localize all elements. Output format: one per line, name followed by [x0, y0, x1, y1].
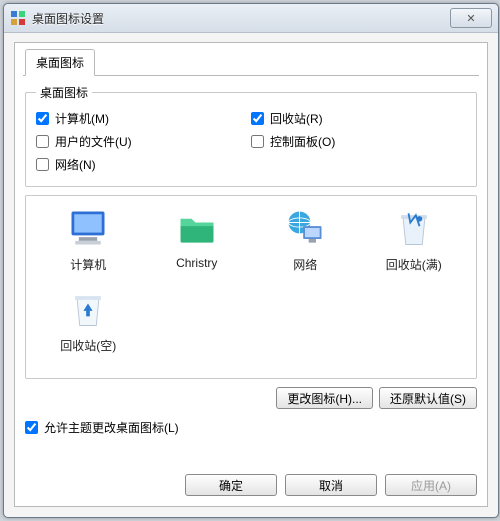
check-computer[interactable]: 计算机(M) [36, 107, 251, 130]
group-label: 桌面图标 [36, 84, 92, 101]
tab-desktop-icons[interactable]: 桌面图标 [25, 49, 95, 76]
check-userfiles[interactable]: 用户的文件(U) [36, 130, 251, 153]
restore-default-button[interactable]: 还原默认值(S) [379, 387, 477, 409]
check-recycle-label: 回收站(R) [270, 110, 323, 127]
checkbox-grid: 计算机(M) 回收站(R) 用户的文件(U) 控制面板(O) 网络(N) [36, 107, 466, 176]
icon-label: Christry [176, 256, 217, 270]
recycle-full-icon [392, 206, 436, 250]
tab-label: 桌面图标 [36, 56, 84, 70]
check-userfiles-box[interactable] [36, 135, 49, 148]
client-area: 桌面图标 桌面图标 计算机(M) 回收站(R) 用户的文件(U) [14, 42, 488, 507]
dialog-window: 桌面图标设置 ✕ 桌面图标 桌面图标 计算机(M) 回收站(R) 用户的文件(U… [3, 3, 499, 518]
folder-icon [175, 206, 219, 250]
check-recycle-box[interactable] [251, 112, 264, 125]
icon-item-userfolder[interactable]: Christry [143, 206, 252, 273]
title-bar: 桌面图标设置 ✕ [4, 4, 498, 33]
icon-item-recycle-full[interactable]: 回收站(满) [360, 206, 469, 273]
check-network[interactable]: 网络(N) [36, 153, 251, 176]
icon-label: 回收站(满) [386, 256, 442, 273]
check-computer-box[interactable] [36, 112, 49, 125]
dialog-footer: 确定 取消 应用(A) [25, 474, 477, 496]
network-icon [283, 206, 327, 250]
icon-preview-box: 计算机 Christry 网络 [25, 195, 477, 379]
app-icon [10, 10, 26, 26]
apply-button[interactable]: 应用(A) [385, 474, 477, 496]
check-network-box[interactable] [36, 158, 49, 171]
check-controlpanel-label: 控制面板(O) [270, 133, 335, 150]
check-network-label: 网络(N) [55, 156, 96, 173]
window-title: 桌面图标设置 [32, 10, 450, 27]
recycle-empty-icon [66, 287, 110, 331]
change-icon-button[interactable]: 更改图标(H)... [276, 387, 373, 409]
allow-theme-label: 允许主题更改桌面图标(L) [44, 419, 179, 436]
icon-label: 回收站(空) [60, 337, 116, 354]
icon-list: 计算机 Christry 网络 [34, 206, 468, 368]
group-desktop-icons: 桌面图标 计算机(M) 回收站(R) 用户的文件(U) 控制面板(O) [25, 84, 477, 187]
icon-label: 计算机 [70, 256, 106, 273]
cancel-button[interactable]: 取消 [285, 474, 377, 496]
icon-item-computer[interactable]: 计算机 [34, 206, 143, 273]
icon-item-network[interactable]: 网络 [251, 206, 360, 273]
check-controlpanel[interactable]: 控制面板(O) [251, 130, 466, 153]
icon-label: 网络 [293, 256, 317, 273]
allow-theme-checkbox[interactable] [25, 421, 38, 434]
check-controlpanel-box[interactable] [251, 135, 264, 148]
check-userfiles-label: 用户的文件(U) [55, 133, 132, 150]
ok-button[interactable]: 确定 [185, 474, 277, 496]
allow-theme-row[interactable]: 允许主题更改桌面图标(L) [25, 419, 477, 436]
check-computer-label: 计算机(M) [55, 110, 109, 127]
computer-icon [66, 206, 110, 250]
check-recycle[interactable]: 回收站(R) [251, 107, 466, 130]
icon-item-recycle-empty[interactable]: 回收站(空) [34, 287, 143, 354]
close-button[interactable]: ✕ [450, 8, 492, 28]
icon-buttons-row: 更改图标(H)... 还原默认值(S) [25, 387, 477, 409]
tab-strip: 桌面图标 [23, 49, 479, 76]
close-icon: ✕ [466, 12, 475, 25]
